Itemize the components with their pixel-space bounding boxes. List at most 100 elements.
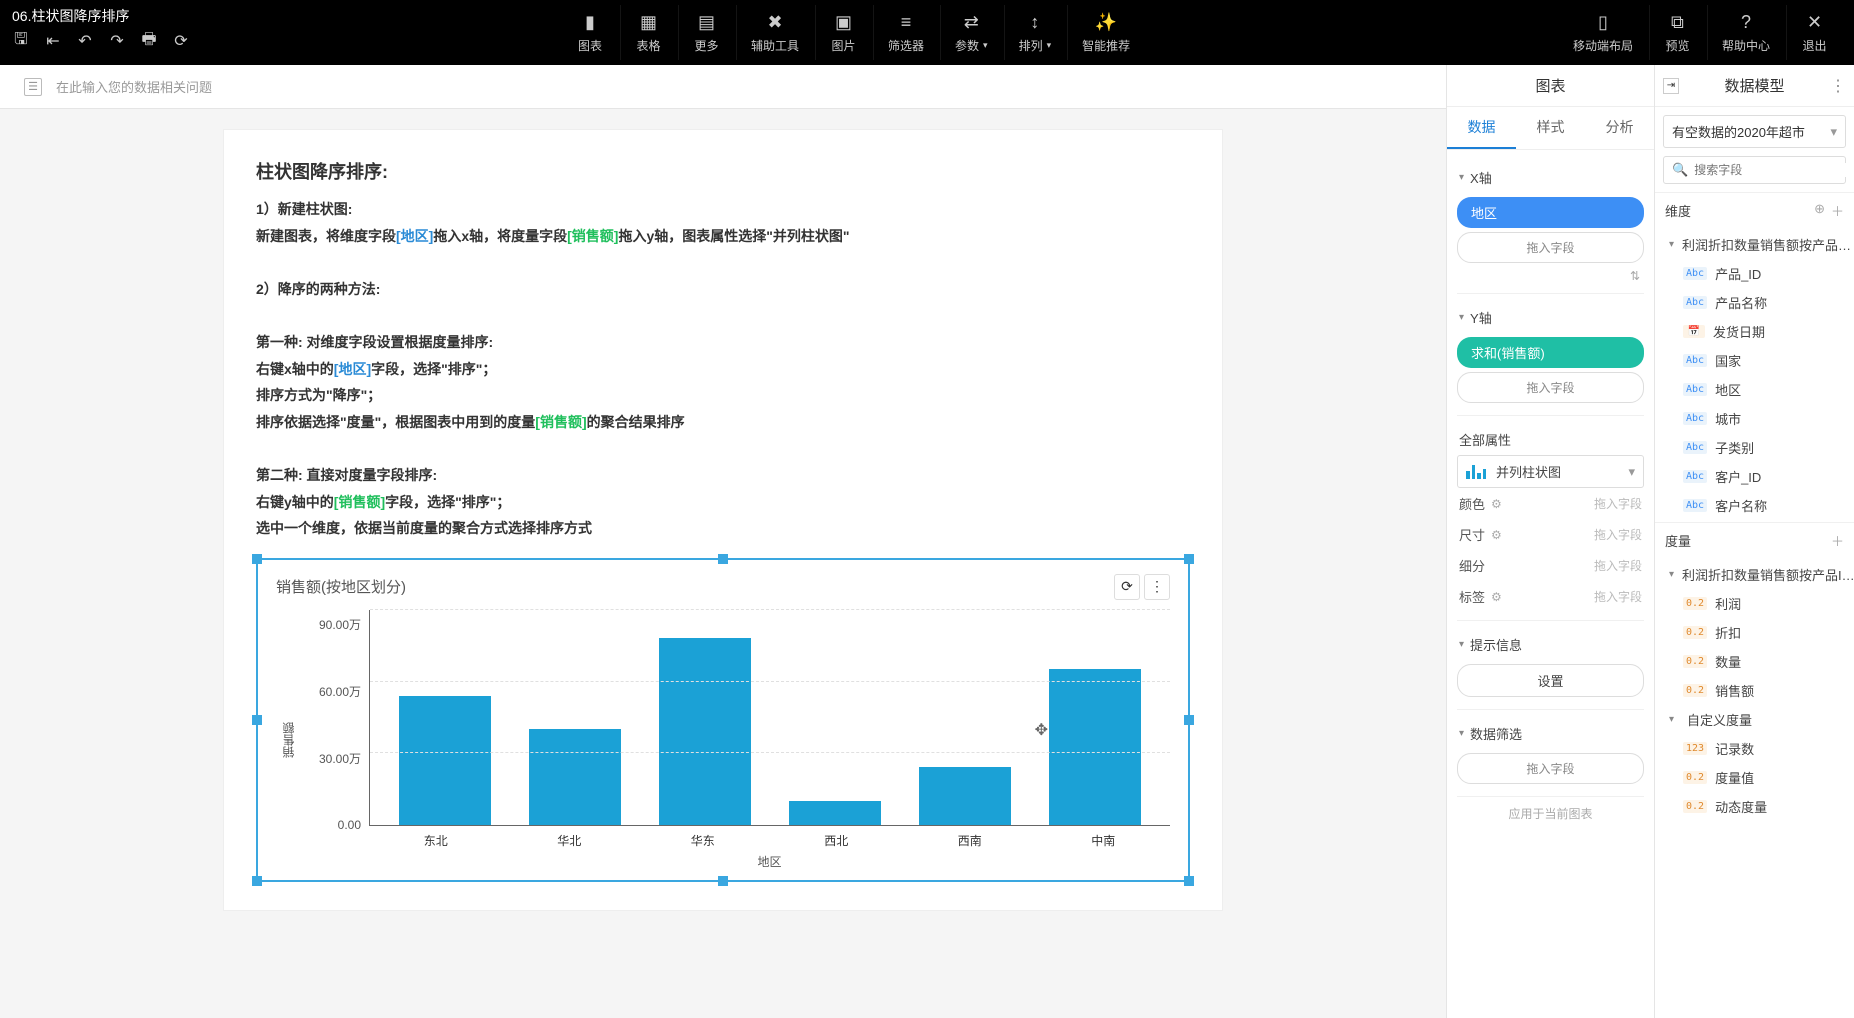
bar-中南[interactable] — [1049, 669, 1141, 824]
custom-measure-group[interactable]: ▾自定义度量 — [1655, 705, 1854, 734]
yaxis-field-pill[interactable]: 求和(销售额) — [1457, 337, 1644, 368]
resize-handle[interactable] — [718, 554, 728, 564]
toolbar-grid-icon[interactable]: ▤更多 — [678, 5, 734, 60]
prop-label[interactable]: 标签⚙拖入字段 — [1457, 581, 1644, 612]
field-发货日期[interactable]: 📅发货日期 — [1655, 317, 1854, 346]
field-客户_ID[interactable]: Abc客户_ID — [1655, 462, 1854, 491]
canvas[interactable]: 柱状图降序排序: 1）新建柱状图: 新建图表，将维度字段[地区]拖入x轴，将度量… — [223, 129, 1223, 911]
section-hint[interactable]: ▾提示信息 — [1457, 629, 1644, 660]
toolbar-sort-icon[interactable]: ↕排列 — [1004, 5, 1066, 60]
field-客户名称[interactable]: Abc客户名称 — [1655, 491, 1854, 520]
undo-icon[interactable]: ↶ — [76, 32, 94, 50]
field-数量[interactable]: 0.2数量 — [1655, 647, 1854, 676]
toolbar-chart-bar-icon[interactable]: ▮图表 — [562, 5, 618, 60]
main-area: ☰ 在此输入您的数据相关问题 柱状图降序排序: 1）新建柱状图: 新建图表，将维… — [0, 65, 1446, 1018]
globe-icon[interactable]: ⊕ — [1814, 201, 1825, 220]
tab-analysis[interactable]: 分析 — [1585, 107, 1654, 149]
bar-东北[interactable] — [399, 696, 491, 825]
chart-refresh-button[interactable]: ⟳ — [1114, 574, 1140, 600]
chart-ylabel: 销售额 — [276, 610, 301, 870]
chart-card[interactable]: ✥ 销售额(按地区划分) ⟳ ⋮ 销售额 — [256, 558, 1190, 882]
save-icon[interactable]: 🖫 — [12, 32, 30, 50]
sort-icon: ↕ — [1024, 11, 1046, 33]
resize-handle[interactable] — [252, 554, 262, 564]
collapse-icon[interactable]: ⇥ — [1663, 78, 1679, 94]
bar-西南[interactable] — [919, 767, 1011, 824]
more-icon[interactable]: ⋮ — [1830, 76, 1846, 96]
tab-data[interactable]: 数据 — [1447, 107, 1516, 149]
ask-placeholder: 在此输入您的数据相关问题 — [56, 77, 212, 96]
field-search-input[interactable] — [1694, 163, 1849, 177]
resize-handle[interactable] — [718, 876, 728, 886]
prop-color[interactable]: 颜色⚙拖入字段 — [1457, 488, 1644, 519]
field-利润[interactable]: 0.2利润 — [1655, 589, 1854, 618]
chevron-down-icon: ▾ — [1628, 464, 1635, 480]
chart-xlabel: 地区 — [369, 853, 1170, 870]
y-tick: 90.00万 — [319, 616, 361, 633]
hint-settings-button[interactable]: 设置 — [1457, 664, 1644, 697]
redo-icon[interactable]: ↷ — [108, 32, 126, 50]
datasource-select[interactable]: 有空数据的2020年超市▾ — [1663, 115, 1846, 148]
field-度量值[interactable]: 0.2度量值 — [1655, 763, 1854, 792]
field-产品_ID[interactable]: Abc产品_ID — [1655, 259, 1854, 288]
toolbar-filter-icon[interactable]: ≡筛选器 — [873, 5, 938, 60]
plus-icon[interactable]: ＋ — [1831, 201, 1844, 220]
resize-handle[interactable] — [1184, 554, 1194, 564]
x-tick: 华北 — [503, 826, 637, 849]
toolbar-tools-icon[interactable]: ✖辅助工具 — [736, 5, 813, 60]
toolbar-param-icon[interactable]: ⇄参数 — [940, 5, 1002, 60]
toolbar-image-icon[interactable]: ▣图片 — [815, 5, 871, 60]
field-产品名称[interactable]: Abc产品名称 — [1655, 288, 1854, 317]
yaxis-dropzone[interactable]: 拖入字段 — [1457, 372, 1644, 403]
resize-handle[interactable] — [1184, 876, 1194, 886]
toolbar-magic-icon[interactable]: ✨智能推荐 — [1067, 5, 1144, 60]
prop-size[interactable]: 尺寸⚙拖入字段 — [1457, 519, 1644, 550]
gear-icon: ⚙ — [1491, 497, 1502, 511]
doc-step1-body: 新建图表，将维度字段[地区]拖入x轴，将度量字段[销售额]拖入y轴，图表属性选择… — [256, 223, 1190, 250]
field-子类别[interactable]: Abc子类别 — [1655, 433, 1854, 462]
help-icon: ? — [1735, 11, 1757, 33]
print-icon[interactable]: 🖶 — [140, 32, 158, 50]
chart-plot-area[interactable] — [369, 610, 1170, 826]
dimension-header: 维度 ⊕＋ — [1655, 192, 1854, 228]
ask-bar[interactable]: ☰ 在此输入您的数据相关问题 — [0, 65, 1446, 109]
resize-handle[interactable] — [1184, 715, 1194, 725]
grid-icon: ▤ — [696, 11, 718, 33]
resize-handle[interactable] — [252, 715, 262, 725]
x-tick: 华东 — [636, 826, 770, 849]
swap-axes-icon[interactable]: ⇅ — [1457, 267, 1644, 285]
bar-华北[interactable] — [529, 729, 621, 825]
field-动态度量[interactable]: 0.2动态度量 — [1655, 792, 1854, 821]
toolbar-table-icon[interactable]: ▦表格 — [620, 5, 676, 60]
prop-detail[interactable]: 细分拖入字段 — [1457, 550, 1644, 581]
xaxis-dropzone[interactable]: 拖入字段 — [1457, 232, 1644, 263]
chart-more-button[interactable]: ⋮ — [1144, 574, 1170, 600]
toolbar-help-icon[interactable]: ?帮助中心 — [1707, 5, 1784, 60]
refresh-icon[interactable]: ⟳ — [172, 32, 190, 50]
section-filter[interactable]: ▾数据筛选 — [1457, 718, 1644, 749]
field-城市[interactable]: Abc城市 — [1655, 404, 1854, 433]
toolbar-preview-icon[interactable]: ⧉预览 — [1649, 5, 1705, 60]
plus-icon[interactable]: ＋ — [1831, 531, 1844, 550]
field-国家[interactable]: Abc国家 — [1655, 346, 1854, 375]
toolbar-exit-icon[interactable]: ✕退出 — [1786, 5, 1842, 60]
magic-icon: ✨ — [1095, 11, 1117, 33]
xaxis-field-pill[interactable]: 地区 — [1457, 197, 1644, 228]
tab-style[interactable]: 样式 — [1516, 107, 1585, 149]
meas-group-row[interactable]: ▾利润折扣数量销售额按产品I… — [1655, 560, 1854, 589]
filter-dropzone[interactable]: 拖入字段 — [1457, 753, 1644, 784]
chart-type-select[interactable]: 并列柱状图 ▾ — [1457, 455, 1644, 488]
resize-handle[interactable] — [252, 876, 262, 886]
align-left-icon[interactable]: ⇤ — [44, 32, 62, 50]
field-search[interactable]: 🔍 — [1663, 156, 1846, 184]
bar-西北[interactable] — [789, 801, 881, 825]
field-记录数[interactable]: 123记录数 — [1655, 734, 1854, 763]
toolbar-mobile-icon[interactable]: ▯移动端布局 — [1559, 5, 1647, 60]
field-销售额[interactable]: 0.2销售额 — [1655, 676, 1854, 705]
bar-华东[interactable] — [659, 638, 751, 824]
dim-group-row[interactable]: ▾利润折扣数量销售额按产品… — [1655, 230, 1854, 259]
field-地区[interactable]: Abc地区 — [1655, 375, 1854, 404]
field-折扣[interactable]: 0.2折扣 — [1655, 618, 1854, 647]
section-yaxis[interactable]: ▾Y轴 — [1457, 302, 1644, 333]
section-xaxis[interactable]: ▾X轴 — [1457, 162, 1644, 193]
